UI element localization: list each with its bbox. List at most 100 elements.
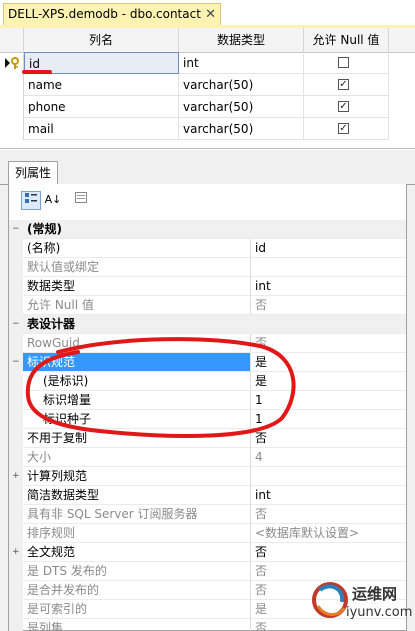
property-gutter <box>9 486 23 505</box>
table-row[interactable]: mail varchar(50) ✓ <box>0 118 415 140</box>
property-category[interactable]: − 表设计器 <box>9 315 406 334</box>
property-row[interactable]: 默认值或绑定 <box>9 258 406 277</box>
property-row[interactable]: + 计算列规范 <box>9 467 406 486</box>
properties-container: A↓ − (常规) (名称) id 默认值或绑定 数据类型 int 允许 Null 值否 − 表设… <box>8 184 407 631</box>
column-name-cell[interactable]: phone <box>24 96 179 118</box>
property-name: (常规) <box>23 220 406 239</box>
expand-icon[interactable]: + <box>12 545 22 560</box>
data-type-header[interactable]: 数据类型 <box>179 28 304 52</box>
data-type-cell[interactable]: varchar(50) <box>179 74 304 96</box>
property-gutter <box>9 600 23 619</box>
property-name: 排序规则 <box>23 524 251 543</box>
property-value: <数据库默认设置> <box>251 524 406 543</box>
property-name: 允许 Null 值 <box>23 296 251 315</box>
row-selector[interactable] <box>0 74 24 96</box>
column-name-cell[interactable]: name <box>24 74 179 96</box>
categorized-view-icon[interactable] <box>21 191 41 210</box>
property-value[interactable]: 1 <box>251 410 406 429</box>
allow-null-checkbox[interactable] <box>338 57 349 68</box>
document-tab[interactable]: DELL-XPS.demodb - dbo.contact ✕ <box>3 3 221 25</box>
column-name-cell[interactable]: mail <box>24 118 179 140</box>
property-row[interactable]: 大小 4 <box>9 448 406 467</box>
table-designer-grid: 列名 数据类型 允许 Null 值 id int name varchar(50) ✓ p… <box>0 28 415 149</box>
alphabetical-sort-icon[interactable]: A↓ <box>43 191 63 210</box>
allow-null-header[interactable]: 允许 Null 值 <box>304 28 389 52</box>
property-value[interactable]: id <box>251 239 406 258</box>
properties-toolbar: A↓ <box>9 184 406 216</box>
allow-null-checkbox[interactable]: ✓ <box>338 101 349 112</box>
property-gutter: + <box>9 467 23 486</box>
property-gutter <box>9 429 23 448</box>
property-gutter <box>9 619 23 631</box>
property-value[interactable]: 是 <box>251 353 406 372</box>
property-gutter <box>9 277 23 296</box>
collapse-icon[interactable]: − <box>12 222 22 237</box>
column-properties-panel: 列属性 A↓ − (常规) (名称) id 默认值或绑定 数据类型 int 允许 Null 值… <box>0 150 415 631</box>
property-value[interactable]: 否 <box>251 429 406 448</box>
column-name-header[interactable]: 列名 <box>24 28 179 52</box>
property-row[interactable]: 不用于复制否 <box>9 429 406 448</box>
property-name: 是列集 <box>23 619 251 631</box>
property-name: 标识增量 <box>23 391 251 410</box>
table-row[interactable]: name varchar(50) ✓ <box>0 74 415 96</box>
property-value[interactable]: 1 <box>251 391 406 410</box>
row-selector[interactable] <box>0 52 24 74</box>
property-gutter <box>9 410 23 429</box>
property-name: 标识种子 <box>23 410 251 429</box>
property-row[interactable]: + 全文规范否 <box>9 543 406 562</box>
property-name: 是可索引的 <box>23 600 251 619</box>
property-row[interactable]: 简洁数据类型 int <box>9 486 406 505</box>
property-row[interactable]: 具有非 SQL Server 订阅服务器否 <box>9 505 406 524</box>
property-gutter <box>9 505 23 524</box>
property-name: 简洁数据类型 <box>23 486 251 505</box>
property-value[interactable]: int <box>251 277 406 296</box>
data-type-cell[interactable]: varchar(50) <box>179 118 304 140</box>
property-row[interactable]: 允许 Null 值否 <box>9 296 406 315</box>
table-row[interactable]: id int <box>0 52 415 74</box>
close-icon[interactable]: ✕ <box>205 4 216 25</box>
property-value[interactable]: 是 <box>251 372 406 391</box>
property-row[interactable]: 标识增量 1 <box>9 391 406 410</box>
allow-null-cell <box>304 52 389 74</box>
row-selector[interactable] <box>0 96 24 118</box>
allow-null-checkbox[interactable]: ✓ <box>338 79 349 90</box>
allow-null-checkbox[interactable]: ✓ <box>338 123 349 134</box>
property-category[interactable]: − (常规) <box>9 220 406 239</box>
property-gutter <box>9 296 23 315</box>
data-type-cell[interactable]: varchar(50) <box>179 96 304 118</box>
property-row[interactable]: 数据类型 int <box>9 277 406 296</box>
watermark-title: 运维网 <box>352 585 398 603</box>
property-pages-icon[interactable] <box>71 191 91 210</box>
property-value[interactable] <box>251 467 406 486</box>
row-selector[interactable] <box>0 118 24 140</box>
collapse-icon[interactable]: − <box>12 317 22 332</box>
property-gutter: + <box>9 543 23 562</box>
property-gutter <box>9 372 23 391</box>
collapse-icon[interactable]: − <box>12 355 22 370</box>
property-row[interactable]: (是标识) 是 <box>9 372 406 391</box>
property-name: 标识规范 <box>23 353 251 372</box>
data-type-cell[interactable]: int <box>179 52 304 74</box>
grid-header: 列名 数据类型 允许 Null 值 <box>0 28 415 53</box>
table-row[interactable]: phone varchar(50) ✓ <box>0 96 415 118</box>
property-gutter: − <box>9 220 23 239</box>
property-row[interactable]: 标识种子 1 <box>9 410 406 429</box>
property-gutter <box>9 239 23 258</box>
property-value: 否 <box>251 296 406 315</box>
property-name: 不用于复制 <box>23 429 251 448</box>
property-name: 具有非 SQL Server 订阅服务器 <box>23 505 251 524</box>
property-name: 是合并发布的 <box>23 581 251 600</box>
property-row[interactable]: 排序规则 <数据库默认设置> <box>9 524 406 543</box>
property-row[interactable]: − 标识规范是 <box>9 353 406 372</box>
property-value[interactable]: 否 <box>251 543 406 562</box>
property-row[interactable]: RowGuid 否 <box>9 334 406 353</box>
property-value[interactable]: int <box>251 486 406 505</box>
expand-icon[interactable]: + <box>12 469 22 484</box>
property-gutter <box>9 562 23 581</box>
property-row[interactable]: (名称) id <box>9 239 406 258</box>
properties-tab-bar: 列属性 <box>0 158 415 185</box>
property-value: 否 <box>251 334 406 353</box>
property-name: (名称) <box>23 239 251 258</box>
tab-column-properties[interactable]: 列属性 <box>8 161 58 185</box>
row-header-corner <box>0 28 24 52</box>
